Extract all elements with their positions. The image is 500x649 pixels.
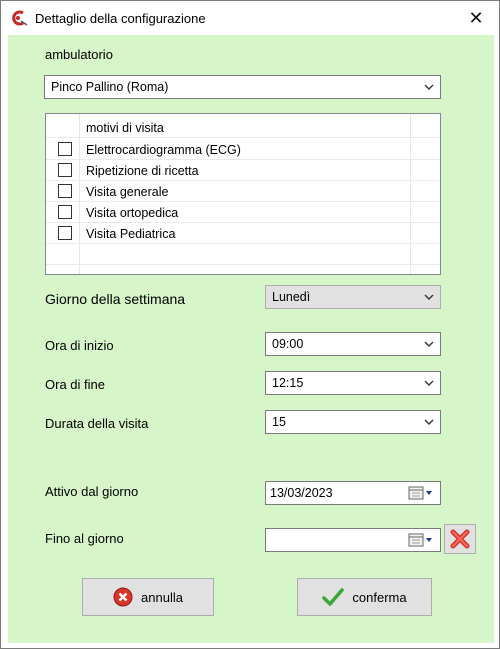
ora-fine-label: Ora di fine — [45, 377, 105, 392]
title-bar: Dettaglio della configurazione ✕ — [1, 1, 499, 35]
chevron-down-icon — [424, 419, 434, 425]
chevron-down-icon — [424, 84, 434, 90]
ora-inizio-value: 09:00 — [272, 337, 304, 351]
ora-inizio-select[interactable]: 09:00 — [265, 332, 441, 356]
ora-inizio-label: Ora di inizio — [45, 338, 114, 353]
list-item[interactable]: Visita Pediatrica — [46, 223, 440, 244]
chevron-down-icon — [424, 341, 434, 347]
motivi-list[interactable]: motivi di visita Elettrocardiogramma (EC… — [45, 113, 441, 275]
conferma-label: conferma — [352, 589, 407, 605]
calendar-dropdown-icon[interactable] — [408, 533, 436, 547]
list-item[interactable]: Elettrocardiogramma (ECG) — [46, 139, 440, 160]
list-item-label: Ripetizione di ricetta — [86, 164, 199, 178]
giorno-value: Lunedì — [272, 290, 311, 304]
durata-label: Durata della visita — [45, 416, 149, 431]
fino-label: Fino al giorno — [45, 531, 124, 546]
durata-value: 15 — [272, 415, 286, 429]
list-item-label: Elettrocardiogramma (ECG) — [86, 143, 241, 157]
chevron-down-icon — [424, 294, 434, 300]
checkmark-icon — [322, 588, 345, 606]
ambulatorio-select[interactable]: Pinco Pallino (Roma) — [44, 75, 441, 99]
list-header-row: motivi di visita — [46, 117, 440, 138]
clear-date-button[interactable] — [444, 524, 476, 554]
dialog-body: ambulatorio Pinco Pallino (Roma) motivi … — [8, 35, 494, 643]
close-button[interactable]: ✕ — [453, 1, 499, 35]
list-empty-row — [46, 244, 440, 265]
red-x-icon — [450, 529, 470, 549]
dialog-window: Dettaglio della configurazione ✕ ambulat… — [0, 0, 500, 649]
app-logo-icon — [12, 10, 28, 26]
motivi-header: motivi di visita — [86, 121, 164, 135]
conferma-button[interactable]: conferma — [297, 578, 432, 616]
ambulatorio-value: Pinco Pallino (Roma) — [51, 80, 169, 94]
fino-date-picker[interactable] — [265, 528, 441, 552]
list-item[interactable]: Ripetizione di ricetta — [46, 160, 440, 181]
close-icon: ✕ — [468, 7, 484, 28]
annulla-button[interactable]: annulla — [82, 578, 214, 616]
checkbox[interactable] — [58, 163, 72, 177]
durata-select[interactable]: 15 — [265, 410, 441, 434]
ora-fine-value: 12:15 — [272, 376, 304, 390]
checkbox[interactable] — [58, 205, 72, 219]
list-item[interactable]: Visita generale — [46, 181, 440, 202]
list-item-label: Visita Pediatrica — [86, 227, 176, 241]
cancel-icon — [113, 587, 133, 607]
checkbox[interactable] — [58, 184, 72, 198]
attivo-value: 13/03/2023 — [270, 486, 333, 500]
ora-fine-select[interactable]: 12:15 — [265, 371, 441, 395]
giorno-label: Giorno della settimana — [45, 291, 186, 307]
list-item-label: Visita ortopedica — [86, 206, 179, 220]
checkbox[interactable] — [58, 226, 72, 240]
annulla-label: annulla — [141, 589, 183, 605]
chevron-down-icon — [424, 380, 434, 386]
window-title: Dettaglio della configurazione — [35, 11, 206, 26]
list-item-label: Visita generale — [86, 185, 169, 199]
attivo-date-picker[interactable]: 13/03/2023 — [265, 481, 441, 505]
list-item[interactable]: Visita ortopedica — [46, 202, 440, 223]
attivo-label: Attivo dal giorno — [45, 484, 139, 499]
calendar-dropdown-icon[interactable] — [408, 486, 436, 500]
giorno-select[interactable]: Lunedì — [265, 285, 441, 309]
ambulatorio-label: ambulatorio — [45, 47, 113, 62]
checkbox[interactable] — [58, 142, 72, 156]
